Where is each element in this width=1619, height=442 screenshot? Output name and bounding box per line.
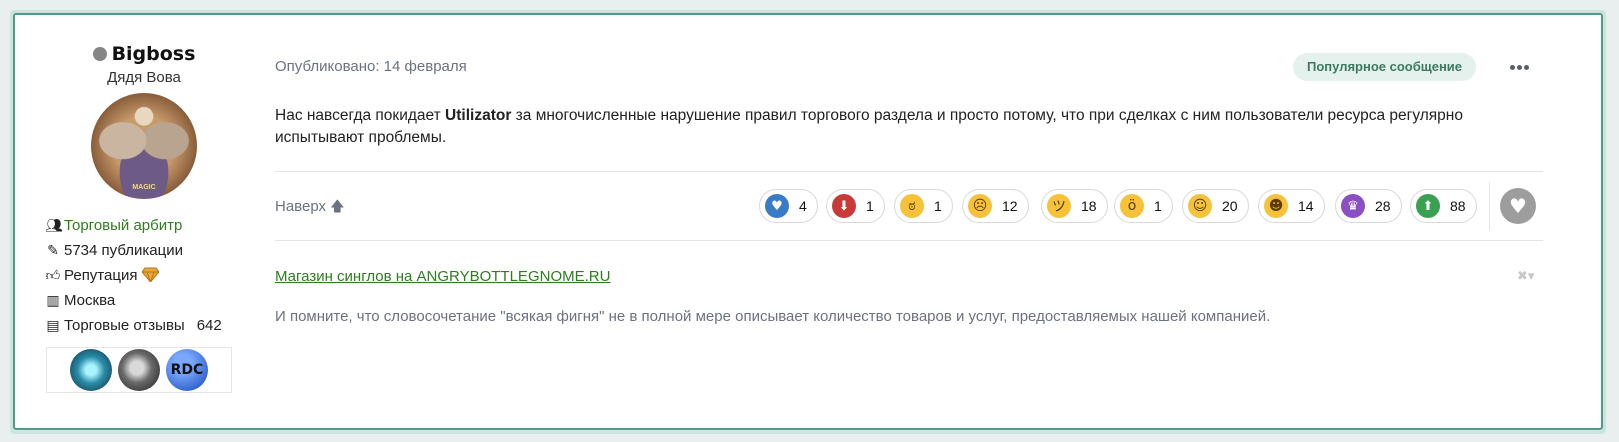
reaction-count: 18 — [1081, 198, 1097, 214]
reaction-count: 28 — [1375, 198, 1391, 214]
id-card-icon: ▤ — [46, 317, 60, 333]
rolling-eyes-icon: ö — [1120, 194, 1144, 218]
content-text: Нас навсегда покидает — [275, 107, 446, 124]
reaction-count: 1 — [1154, 198, 1162, 214]
badge-creature-icon[interactable] — [118, 349, 160, 391]
reaction-count: 1 — [934, 198, 942, 214]
back-to-top-label[interactable]: Наверх — [275, 198, 326, 215]
achievement-badges: RDC — [46, 347, 232, 393]
author-title: Дядя Вова — [107, 69, 181, 86]
badge-rdc[interactable]: RDC — [166, 349, 208, 391]
reaction-confused[interactable]: ツ 18 — [1041, 189, 1108, 223]
confused-face-icon: ツ — [1047, 194, 1071, 218]
heart-icon: ♥ — [765, 194, 789, 218]
sad-face-icon: ☹︎ — [968, 194, 992, 218]
drooling-face-icon: ☺︎ — [1188, 194, 1212, 218]
thumbs-up-icon: 👍︎ — [45, 267, 61, 283]
building-icon: ▥ — [46, 292, 60, 308]
reputation-label: Репутация — [64, 267, 138, 284]
published-date: Опубликовано: 14 февраля — [275, 58, 467, 75]
posts-count: 5734 публикации — [64, 242, 183, 259]
reviews-count: 642 — [196, 317, 222, 334]
post-content: Нас навсегда покидает Utilizator за мног… — [275, 105, 1543, 149]
popular-badge: Популярное сообщение — [1293, 53, 1477, 81]
more-dot — [1509, 64, 1515, 70]
more-dot — [1516, 64, 1522, 70]
reaction-thumb-down[interactable]: ⬇︎ 1 — [826, 189, 885, 223]
reaction-separator — [1489, 182, 1490, 230]
reviews-label[interactable]: Торговые отзывы — [64, 317, 185, 334]
stat-posts: ✎ 5734 публикации — [45, 238, 243, 263]
more-dot — [1523, 64, 1529, 70]
reaction-count: 12 — [1002, 198, 1018, 214]
reaction-count: 88 — [1450, 198, 1466, 214]
reaction-rolling-eyes[interactable]: ö 1 — [1114, 189, 1173, 223]
angry-face-icon: ಠ — [900, 194, 924, 218]
reaction-upvote[interactable]: ⬆︎ 88 — [1410, 189, 1477, 223]
reaction-count: 20 — [1222, 198, 1238, 214]
back-to-top-link[interactable]: Наверх 🡅︎ — [275, 196, 345, 220]
users-icon: 👥︎ — [45, 217, 63, 233]
stat-city: ▥ Москва — [45, 288, 243, 313]
reaction-angry[interactable]: ಠ 1 — [894, 189, 953, 223]
reaction-count: 14 — [1298, 198, 1314, 214]
signature-text: И помните, что словосочетание "всякая фи… — [275, 308, 1271, 325]
react-heart-button[interactable]: ♥ — [1500, 188, 1536, 224]
edit-icon: ✎ — [47, 242, 59, 258]
reaction-heart[interactable]: ♥ 4 — [759, 189, 818, 223]
reaction-count: 1 — [866, 198, 874, 214]
reaction-trophy[interactable]: ♛ 28 — [1335, 189, 1402, 223]
signature-link[interactable]: Магазин синглов на ANGRYBOTTLEGNOME.RU — [275, 268, 610, 285]
reaction-sad[interactable]: ☹︎ 12 — [962, 189, 1029, 223]
reactions-row: Наверх 🡅︎ ♥ 4 ⬇︎ 1 ಠ 1 ☹︎ 12 ツ 18 ö 1 ☺︎… — [275, 172, 1543, 240]
post-main: Опубликовано: 14 февраля Популярное сооб… — [275, 53, 1543, 328]
diamond-icon — [141, 267, 159, 282]
thumb-down-icon: ⬇︎ — [832, 194, 856, 218]
forum-post: Bigboss Дядя Вова MAGIC 👥︎Торговый арбит… — [13, 13, 1603, 430]
signature: Магазин синглов на ANGRYBOTTLEGNOME.RU И… — [275, 266, 1543, 328]
author-name[interactable]: Bigboss — [45, 41, 243, 67]
avatar-caption: MAGIC — [132, 184, 156, 191]
author-stats: 👥︎Торговый арбитр ✎ 5734 публикации 👍︎ Реп… — [45, 213, 243, 338]
stat-reviews: ▤ Торговые отзывы 642 — [45, 313, 243, 338]
divider — [275, 240, 1543, 241]
trophy-icon: ♛ — [1341, 194, 1365, 218]
role-link[interactable]: Торговый арбитр — [64, 217, 182, 234]
badge-crystal-icon[interactable] — [70, 349, 112, 391]
offline-status-icon — [92, 47, 107, 61]
hide-signature-icon[interactable]: ✖▾ — [1517, 269, 1534, 284]
city: Москва — [64, 292, 116, 309]
stat-role: 👥︎Торговый арбитр — [45, 213, 243, 238]
upvote-icon: ⬆︎ — [1416, 194, 1440, 218]
author-name-text[interactable]: Bigboss — [112, 43, 196, 65]
reaction-count: 4 — [799, 198, 807, 214]
stat-reputation: 👍︎ Репутация — [45, 263, 243, 288]
arrow-up-icon: 🡅︎ — [330, 198, 345, 214]
reaction-laughing[interactable]: ☻ 14 — [1258, 189, 1325, 223]
avatar[interactable]: MAGIC — [91, 93, 197, 199]
laughing-face-icon: ☻ — [1264, 194, 1288, 218]
more-options-button[interactable] — [1505, 55, 1533, 79]
author-panel: Bigboss Дядя Вова MAGIC 👥︎Торговый арбит… — [45, 41, 243, 393]
reaction-drooling[interactable]: ☺︎ 20 — [1182, 189, 1249, 223]
content-mention: Utilizator — [445, 107, 512, 124]
post-meta: Опубликовано: 14 февраля Популярное сооб… — [275, 53, 1543, 81]
